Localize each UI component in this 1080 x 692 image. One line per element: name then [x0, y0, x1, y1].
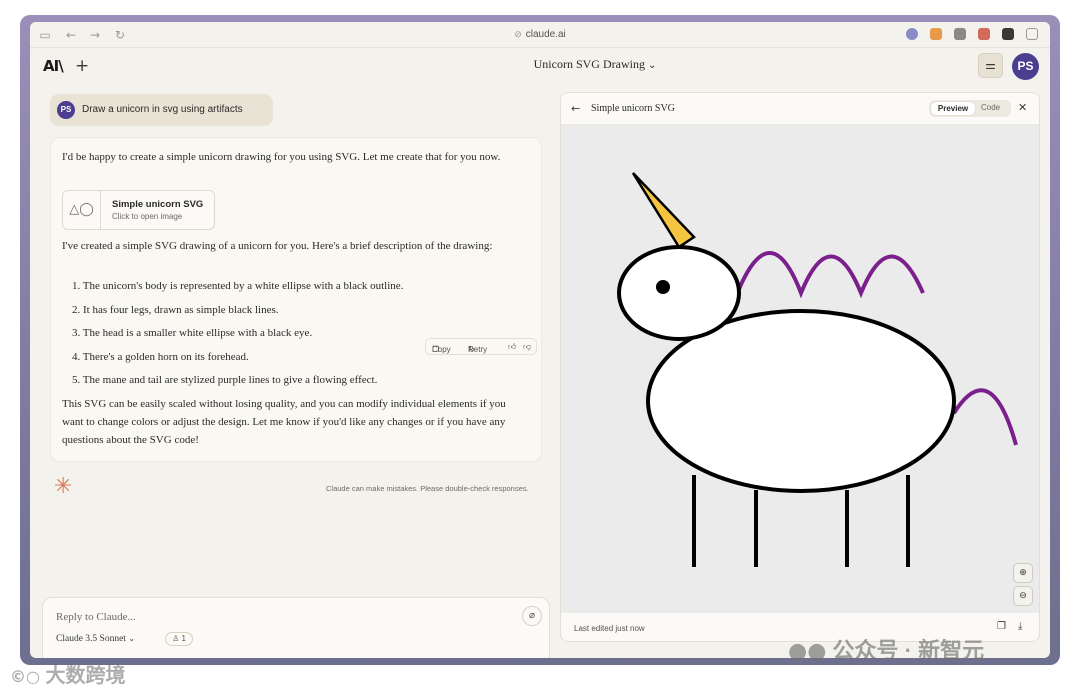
style-count: 1: [181, 634, 186, 643]
disclaimer: Claude can make mistakes. Please double-…: [326, 484, 529, 493]
list-item: 2. It has four legs, drawn as simple bla…: [72, 303, 279, 316]
thumbs-down-icon[interactable]: 👎︎: [523, 342, 531, 352]
list-item: 5. The mane and tail are stylized purple…: [72, 374, 378, 386]
artifact-panel-header: ← Simple unicorn SVG Preview Code ✕: [561, 93, 1039, 125]
view-toggle: Preview Code: [929, 100, 1011, 117]
model-selector[interactable]: Claude 3.5 Sonnet ⌄: [56, 634, 135, 644]
shapes-icon: △◯: [63, 191, 101, 229]
back-arrow-icon[interactable]: ←: [571, 102, 580, 115]
assistant-intro: I'd be happy to create a simple unicorn …: [62, 151, 501, 163]
link-icon: ⊘: [514, 30, 522, 40]
conversation-title[interactable]: Unicorn SVG Drawing ⌄: [30, 57, 1050, 72]
paperclip-icon[interactable]: ⌀: [522, 606, 542, 626]
extension-toolbox-icon[interactable]: [978, 28, 990, 40]
artifact-panel-title: Simple unicorn SVG: [591, 103, 675, 114]
user-message: PS Draw a unicorn in svg using artifacts: [50, 94, 273, 126]
person-icon: ♙: [172, 634, 180, 643]
artifact-panel: ← Simple unicorn SVG Preview Code ✕ ⊕ ⊖ …: [560, 92, 1040, 642]
watermark-logo-icon: ©○: [10, 667, 40, 686]
unicorn-head: [617, 245, 741, 341]
watermark-left: ©○ 大数跨境: [10, 659, 126, 688]
claude-spark-icon: ✳: [54, 474, 73, 499]
close-icon[interactable]: ✕: [1018, 101, 1027, 114]
reply-placeholder: Reply to Claude...: [56, 611, 136, 623]
extension-fox-icon[interactable]: [930, 28, 942, 40]
copy-icon[interactable]: ❐: [997, 621, 1006, 632]
assistant-outro: This SVG can be easily scaled without lo…: [62, 398, 506, 446]
style-button[interactable]: ♙ 1: [165, 632, 193, 646]
reply-input[interactable]: Reply to Claude... ⌀ Claude 3.5 Sonnet ⌄…: [42, 597, 550, 658]
download-icon[interactable]: ⤓: [1018, 621, 1022, 632]
thumbs-up-icon[interactable]: 👍︎: [508, 342, 516, 352]
tab-code[interactable]: Code: [981, 103, 1000, 112]
zoom-out-icon[interactable]: ⊖: [1013, 586, 1033, 606]
watermark-left-text: 大数跨境: [45, 665, 126, 687]
zoom-in-icon[interactable]: ⊕: [1013, 563, 1033, 583]
wechat-icon: ●●: [788, 639, 827, 664]
sliders-icon[interactable]: ⚌: [978, 53, 1003, 78]
browser-toolbar: ▭ ← → ↻ ⊘ claude.ai: [30, 22, 1050, 48]
download-icon[interactable]: [906, 28, 918, 40]
artifact-subtitle: Click to open image: [112, 212, 183, 221]
extension-book-icon[interactable]: [954, 28, 966, 40]
assistant-message: I'd be happy to create a simple unicorn …: [50, 137, 542, 462]
unicorn-mane: [737, 251, 925, 299]
conversation-title-text: Unicorn SVG Drawing: [533, 57, 645, 71]
user-message-text: Draw a unicorn in svg using artifacts: [82, 104, 243, 115]
address-bar[interactable]: ⊘ claude.ai: [30, 29, 1050, 40]
description-list: 1. The unicorn's body is represented by …: [62, 277, 522, 395]
chevron-down-icon: ⌄: [647, 60, 657, 71]
retry-label: Retry: [468, 345, 488, 354]
extension-chat-icon[interactable]: [1002, 28, 1014, 40]
unicorn-drawing: [617, 172, 1018, 567]
url-text: claude.ai: [525, 29, 566, 40]
watermark-right-text: 公众号 · 新智元: [832, 638, 985, 663]
browser-window: ▭ ← → ↻ ⊘ claude.ai AI\ + Unicorn SVG Dra…: [30, 22, 1050, 658]
artifact-card[interactable]: △◯ Simple unicorn SVG Click to open imag…: [62, 190, 215, 230]
user-avatar: PS: [57, 101, 75, 119]
preview-canvas: ⊕ ⊖: [561, 125, 1039, 613]
unicorn-horn: [631, 172, 696, 249]
avatar[interactable]: PS: [1012, 53, 1039, 80]
assistant-description: I've created a simple SVG drawing of a u…: [62, 240, 493, 252]
message-actions: ❐ Copy ↻ Retry 👍︎ 👎︎: [425, 338, 537, 355]
chevron-down-icon: ⌄: [128, 634, 136, 643]
unicorn-eye: [656, 280, 670, 294]
model-name: Claude 3.5 Sonnet: [56, 634, 126, 644]
app-header: AI\ + Unicorn SVG Drawing ⌄ ⚌ PS: [30, 48, 1050, 92]
unicorn-tail: [952, 388, 1018, 446]
watermark-right: ●● 公众号 · 新智元: [788, 633, 984, 665]
artifact-title: Simple unicorn SVG: [112, 199, 204, 210]
copy-label: Copy: [432, 345, 451, 354]
last-edited: Last edited just now: [574, 624, 645, 633]
tab-preview[interactable]: Preview: [931, 102, 975, 115]
list-item: 1. The unicorn's body is represented by …: [72, 280, 404, 292]
split-view-icon[interactable]: [1026, 28, 1038, 40]
